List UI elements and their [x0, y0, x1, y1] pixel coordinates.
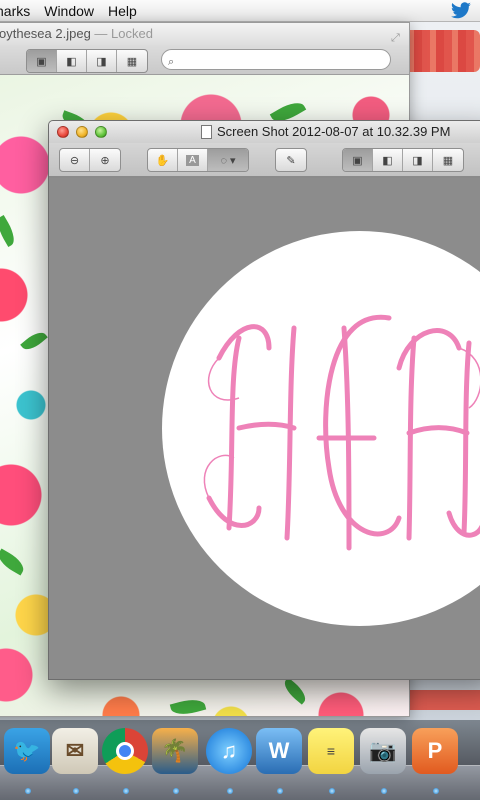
minimize-icon[interactable] [76, 126, 88, 138]
tool-group: ✋ A ◌ ▾ [147, 148, 249, 172]
menu-window[interactable]: Window [44, 3, 108, 19]
monogram-image [203, 314, 480, 551]
back-window-toolbar: ▣ ◧ ◨ ▦ ⌕ [0, 45, 409, 75]
front-window-toolbar: ⊖ ⊕ ✋ A ◌ ▾ ✎ ▣ ◧ ◨ ▦ [49, 143, 480, 177]
powerpoint-icon[interactable]: P [412, 728, 458, 774]
contact-sheet-icon[interactable]: ▦ [433, 149, 463, 171]
zoom-group: ⊖ ⊕ [59, 148, 121, 172]
window-controls [57, 126, 107, 138]
hand-icon[interactable]: ✋ [148, 149, 178, 171]
lasso-select-icon[interactable]: ◌ ▾ [208, 149, 248, 171]
desktop-wallpaper-stripe [400, 30, 480, 72]
thumbnails-icon[interactable]: ◧ [57, 50, 87, 72]
table-of-contents-icon[interactable]: ◨ [87, 50, 117, 72]
front-window-titlebar[interactable]: Screen Shot 2012-08-07 at 10.32.39 PM [49, 121, 480, 143]
stickies-icon[interactable]: ≡ [308, 728, 354, 774]
image-canvas[interactable] [49, 178, 480, 679]
zoom-icon[interactable] [95, 126, 107, 138]
desktop-wallpaper-stripe-bottom [400, 690, 480, 710]
menu-bar: harks Window Help [0, 0, 480, 22]
running-indicator-icon [123, 788, 129, 794]
front-window-title: Screen Shot 2012-08-07 at 10.32.39 PM [217, 124, 451, 139]
search-input[interactable]: ⌕ [161, 49, 391, 70]
content-only-icon[interactable]: ▣ [27, 50, 57, 72]
running-indicator-icon [329, 788, 335, 794]
thumbnails-icon[interactable]: ◧ [373, 149, 403, 171]
annotate-group: ✎ [275, 148, 307, 172]
search-icon: ⌕ [168, 56, 175, 68]
twitter-app-icon[interactable]: 🐦 [4, 728, 50, 774]
word-icon[interactable]: W [256, 728, 302, 774]
close-icon[interactable] [57, 126, 69, 138]
back-window-title: oythesea 2.jpeg [0, 26, 91, 41]
text-select-icon[interactable]: A [178, 149, 208, 171]
annotate-pen-icon[interactable]: ✎ [276, 149, 306, 171]
back-window-titlebar[interactable]: oythesea 2.jpeg — Locked ⤢ [0, 23, 409, 45]
zoom-out-icon[interactable]: ⊖ [60, 149, 90, 171]
chrome-icon[interactable] [102, 728, 148, 774]
menu-bookmarks[interactable]: harks [0, 3, 44, 19]
mail-stamp-icon[interactable]: ✉ [52, 728, 98, 774]
preview-window-front[interactable]: Screen Shot 2012-08-07 at 10.32.39 PM ⊖ … [48, 120, 480, 680]
table-of-contents-icon[interactable]: ◨ [403, 149, 433, 171]
fullscreen-icon[interactable]: ⤢ [391, 27, 403, 44]
running-indicator-icon [73, 788, 79, 794]
iphoto-icon[interactable]: 🌴 [152, 728, 198, 774]
view-mode-group: ▣ ◧ ◨ ▦ [342, 148, 464, 172]
running-indicator-icon [173, 788, 179, 794]
running-indicator-icon [277, 788, 283, 794]
running-indicator-icon [381, 788, 387, 794]
zoom-in-icon[interactable]: ⊕ [90, 149, 120, 171]
preview-camera-icon[interactable]: 📷 [360, 728, 406, 774]
running-indicator-icon [227, 788, 233, 794]
document-proxy-icon[interactable] [201, 125, 212, 139]
content-only-icon[interactable]: ▣ [343, 149, 373, 171]
itunes-icon[interactable]: ♫ [206, 728, 252, 774]
contact-sheet-icon[interactable]: ▦ [117, 50, 147, 72]
running-indicator-icon [25, 788, 31, 794]
back-view-mode-group: ▣ ◧ ◨ ▦ [26, 49, 148, 73]
back-window-locked-label: — Locked [94, 26, 153, 41]
menu-help[interactable]: Help [108, 3, 151, 19]
twitter-bird-icon[interactable] [450, 2, 472, 20]
running-indicator-icon [433, 788, 439, 794]
